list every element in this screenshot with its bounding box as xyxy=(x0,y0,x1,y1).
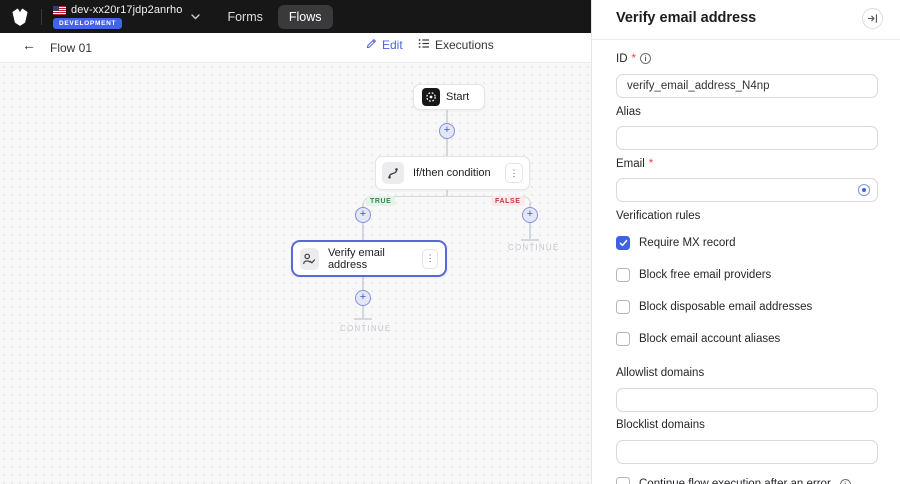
node-start-label: Start xyxy=(446,91,470,103)
flow-canvas[interactable]: TRUE FALSE CONTINUE CONTINUE + + + + Sta… xyxy=(0,63,591,484)
info-icon[interactable]: i xyxy=(639,53,651,64)
us-flag-icon xyxy=(53,5,66,15)
node-ifthen-label: If/then condition xyxy=(413,167,491,179)
executions-button[interactable]: Executions xyxy=(418,38,494,52)
node-start[interactable]: Start xyxy=(413,84,485,110)
app-window: dev-xx20r17jdp2anrho DEVELOPMENT Forms F… xyxy=(0,0,900,484)
info-icon[interactable]: i xyxy=(839,478,851,484)
topbar: dev-xx20r17jdp2anrho DEVELOPMENT Forms F… xyxy=(0,0,591,33)
add-node-button-true[interactable]: + xyxy=(355,207,371,223)
flow-editor-region: dev-xx20r17jdp2anrho DEVELOPMENT Forms F… xyxy=(0,0,591,484)
edge-false-end-tick xyxy=(521,239,539,241)
allowlist-field-label: Allowlist domains xyxy=(616,366,705,379)
edit-button[interactable]: Edit xyxy=(366,38,403,52)
executions-label: Executions xyxy=(435,38,494,52)
edit-label: Edit xyxy=(382,38,403,52)
add-node-button-bottom[interactable]: + xyxy=(355,290,371,306)
rule-block-disposable: Block disposable email addresses xyxy=(616,300,877,314)
tab-forms[interactable]: Forms xyxy=(216,5,273,29)
continue-label-right: CONTINUE xyxy=(508,243,560,252)
checkbox[interactable] xyxy=(616,477,630,484)
environment-name: dev-xx20r17jdp2anrho xyxy=(71,4,183,16)
node-settings-panel: Verify email address ID* i Alias Email* xyxy=(591,0,900,484)
list-icon xyxy=(418,38,430,52)
nav-tabs: Forms Flows xyxy=(216,4,333,29)
topbar-divider xyxy=(41,8,42,25)
back-arrow-icon[interactable]: ← xyxy=(19,37,39,53)
panel-title: Verify email address xyxy=(616,10,757,26)
add-node-button-false[interactable]: + xyxy=(522,207,538,223)
flow-title: Flow 01 xyxy=(50,41,93,55)
id-field-label: ID * i xyxy=(616,53,877,65)
environment-badge: DEVELOPMENT xyxy=(53,18,123,29)
verification-rules-label: Verification rules xyxy=(616,209,701,222)
app-logo-icon[interactable] xyxy=(9,6,30,27)
collapse-panel-button[interactable] xyxy=(862,8,883,29)
email-input[interactable] xyxy=(616,178,878,202)
collapse-panel-icon xyxy=(867,14,877,23)
rule-require-mx: Require MX record xyxy=(616,236,877,250)
checkbox[interactable] xyxy=(616,332,630,346)
blocklist-input[interactable] xyxy=(616,440,878,464)
continue-after-error-row: Continue flow execution after an error i xyxy=(616,477,877,484)
node-ifthen[interactable]: If/then condition ⋮ xyxy=(375,156,530,190)
rule-block-aliases: Block email account aliases xyxy=(616,332,877,346)
pencil-icon xyxy=(366,38,377,52)
alias-field-label: Alias xyxy=(616,105,641,118)
variable-picker-icon[interactable] xyxy=(858,184,870,196)
check-icon xyxy=(619,239,627,247)
kebab-menu-icon[interactable]: ⋮ xyxy=(505,163,523,183)
id-input[interactable] xyxy=(616,74,878,98)
alias-input[interactable] xyxy=(616,126,878,150)
checkbox[interactable] xyxy=(616,300,630,314)
allowlist-input[interactable] xyxy=(616,388,878,412)
email-field-label: Email * xyxy=(616,157,654,170)
checkbox[interactable] xyxy=(616,268,630,282)
flow-header: ← Flow 01 Edit Executions xyxy=(0,33,591,63)
edge-bottom-end-tick xyxy=(354,318,372,320)
checkbox-checked[interactable] xyxy=(616,236,630,250)
branch-false-badge: FALSE xyxy=(491,196,525,206)
branch-true-badge: TRUE xyxy=(366,196,396,206)
environment-switcher[interactable]: dev-xx20r17jdp2anrho DEVELOPMENT xyxy=(53,4,182,29)
aperture-icon xyxy=(422,88,440,106)
branch-path-icon xyxy=(382,162,404,184)
panel-header: Verify email address xyxy=(592,0,900,40)
node-verify-label: Verify email address xyxy=(327,246,385,271)
person-check-icon xyxy=(300,247,319,270)
chevron-down-icon[interactable] xyxy=(191,13,201,20)
node-verify-email[interactable]: Verify email address ⋮ xyxy=(291,240,447,277)
add-node-button[interactable]: + xyxy=(439,123,455,139)
tab-flows[interactable]: Flows xyxy=(277,4,333,29)
continue-label-bottom: CONTINUE xyxy=(340,324,392,333)
panel-body: ID* i Alias Email* Verification rules xyxy=(592,53,900,484)
blocklist-field-label: Blocklist domains xyxy=(616,418,705,431)
rule-block-free: Block free email providers xyxy=(616,268,877,282)
kebab-menu-icon[interactable]: ⋮ xyxy=(422,248,438,269)
